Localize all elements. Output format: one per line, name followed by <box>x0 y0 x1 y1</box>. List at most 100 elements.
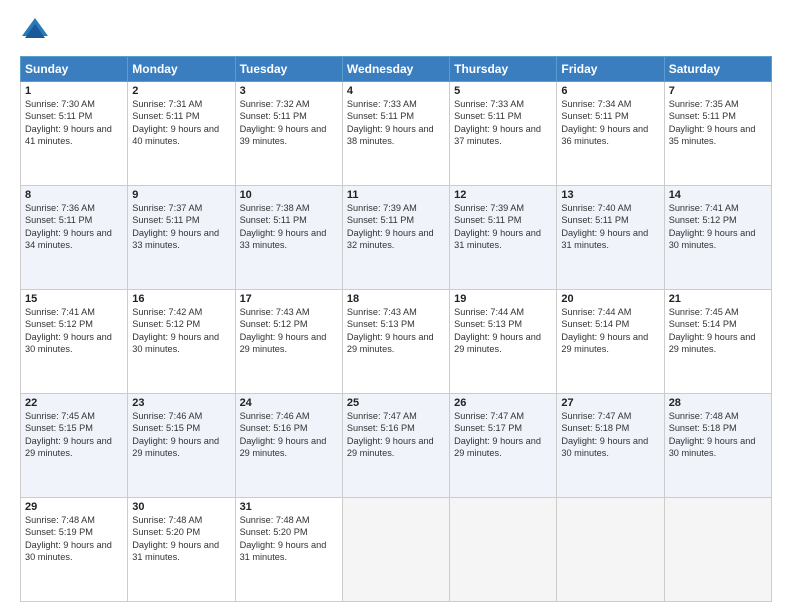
calendar-cell <box>450 498 557 602</box>
day-number: 8 <box>25 189 123 201</box>
calendar-cell: 5Sunrise: 7:33 AMSunset: 5:11 PMDaylight… <box>450 82 557 186</box>
calendar-cell: 20Sunrise: 7:44 AMSunset: 5:14 PMDayligh… <box>557 290 664 394</box>
cell-info: Sunrise: 7:48 AMSunset: 5:20 PMDaylight:… <box>132 514 230 564</box>
cell-info: Sunrise: 7:40 AMSunset: 5:11 PMDaylight:… <box>561 202 659 252</box>
day-number: 2 <box>132 85 230 97</box>
day-number: 29 <box>25 501 123 513</box>
cell-info: Sunrise: 7:48 AMSunset: 5:20 PMDaylight:… <box>240 514 338 564</box>
day-number: 18 <box>347 293 445 305</box>
day-number: 27 <box>561 397 659 409</box>
calendar-cell: 1Sunrise: 7:30 AMSunset: 5:11 PMDaylight… <box>21 82 128 186</box>
calendar-cell: 19Sunrise: 7:44 AMSunset: 5:13 PMDayligh… <box>450 290 557 394</box>
cell-info: Sunrise: 7:43 AMSunset: 5:12 PMDaylight:… <box>240 306 338 356</box>
day-number: 13 <box>561 189 659 201</box>
calendar-cell: 22Sunrise: 7:45 AMSunset: 5:15 PMDayligh… <box>21 394 128 498</box>
cell-info: Sunrise: 7:33 AMSunset: 5:11 PMDaylight:… <box>347 98 445 148</box>
day-number: 4 <box>347 85 445 97</box>
calendar-cell: 26Sunrise: 7:47 AMSunset: 5:17 PMDayligh… <box>450 394 557 498</box>
calendar-header-monday: Monday <box>128 57 235 82</box>
calendar-header-sunday: Sunday <box>21 57 128 82</box>
cell-info: Sunrise: 7:36 AMSunset: 5:11 PMDaylight:… <box>25 202 123 252</box>
cell-info: Sunrise: 7:48 AMSunset: 5:18 PMDaylight:… <box>669 410 767 460</box>
day-number: 16 <box>132 293 230 305</box>
cell-info: Sunrise: 7:46 AMSunset: 5:16 PMDaylight:… <box>240 410 338 460</box>
calendar-header-wednesday: Wednesday <box>342 57 449 82</box>
calendar-cell: 21Sunrise: 7:45 AMSunset: 5:14 PMDayligh… <box>664 290 771 394</box>
calendar-cell <box>557 498 664 602</box>
calendar-cell: 17Sunrise: 7:43 AMSunset: 5:12 PMDayligh… <box>235 290 342 394</box>
cell-info: Sunrise: 7:33 AMSunset: 5:11 PMDaylight:… <box>454 98 552 148</box>
day-number: 17 <box>240 293 338 305</box>
cell-info: Sunrise: 7:38 AMSunset: 5:11 PMDaylight:… <box>240 202 338 252</box>
calendar-header-saturday: Saturday <box>664 57 771 82</box>
calendar-cell: 13Sunrise: 7:40 AMSunset: 5:11 PMDayligh… <box>557 186 664 290</box>
calendar-week-row: 15Sunrise: 7:41 AMSunset: 5:12 PMDayligh… <box>21 290 772 394</box>
day-number: 3 <box>240 85 338 97</box>
calendar-cell: 11Sunrise: 7:39 AMSunset: 5:11 PMDayligh… <box>342 186 449 290</box>
cell-info: Sunrise: 7:47 AMSunset: 5:17 PMDaylight:… <box>454 410 552 460</box>
calendar-cell: 14Sunrise: 7:41 AMSunset: 5:12 PMDayligh… <box>664 186 771 290</box>
day-number: 7 <box>669 85 767 97</box>
day-number: 23 <box>132 397 230 409</box>
calendar-week-row: 22Sunrise: 7:45 AMSunset: 5:15 PMDayligh… <box>21 394 772 498</box>
calendar-header-friday: Friday <box>557 57 664 82</box>
cell-info: Sunrise: 7:48 AMSunset: 5:19 PMDaylight:… <box>25 514 123 564</box>
cell-info: Sunrise: 7:34 AMSunset: 5:11 PMDaylight:… <box>561 98 659 148</box>
calendar-cell: 10Sunrise: 7:38 AMSunset: 5:11 PMDayligh… <box>235 186 342 290</box>
calendar-cell: 28Sunrise: 7:48 AMSunset: 5:18 PMDayligh… <box>664 394 771 498</box>
cell-info: Sunrise: 7:46 AMSunset: 5:15 PMDaylight:… <box>132 410 230 460</box>
calendar-cell: 12Sunrise: 7:39 AMSunset: 5:11 PMDayligh… <box>450 186 557 290</box>
calendar-week-row: 29Sunrise: 7:48 AMSunset: 5:19 PMDayligh… <box>21 498 772 602</box>
cell-info: Sunrise: 7:44 AMSunset: 5:13 PMDaylight:… <box>454 306 552 356</box>
day-number: 25 <box>347 397 445 409</box>
calendar-cell <box>342 498 449 602</box>
cell-info: Sunrise: 7:31 AMSunset: 5:11 PMDaylight:… <box>132 98 230 148</box>
calendar-header-row: SundayMondayTuesdayWednesdayThursdayFrid… <box>21 57 772 82</box>
day-number: 21 <box>669 293 767 305</box>
day-number: 24 <box>240 397 338 409</box>
cell-info: Sunrise: 7:39 AMSunset: 5:11 PMDaylight:… <box>347 202 445 252</box>
calendar-cell: 3Sunrise: 7:32 AMSunset: 5:11 PMDaylight… <box>235 82 342 186</box>
calendar-cell: 27Sunrise: 7:47 AMSunset: 5:18 PMDayligh… <box>557 394 664 498</box>
cell-info: Sunrise: 7:45 AMSunset: 5:14 PMDaylight:… <box>669 306 767 356</box>
cell-info: Sunrise: 7:30 AMSunset: 5:11 PMDaylight:… <box>25 98 123 148</box>
day-number: 26 <box>454 397 552 409</box>
calendar-cell: 7Sunrise: 7:35 AMSunset: 5:11 PMDaylight… <box>664 82 771 186</box>
logo <box>20 16 54 46</box>
calendar-cell: 2Sunrise: 7:31 AMSunset: 5:11 PMDaylight… <box>128 82 235 186</box>
calendar-cell: 23Sunrise: 7:46 AMSunset: 5:15 PMDayligh… <box>128 394 235 498</box>
calendar-cell: 24Sunrise: 7:46 AMSunset: 5:16 PMDayligh… <box>235 394 342 498</box>
day-number: 22 <box>25 397 123 409</box>
day-number: 6 <box>561 85 659 97</box>
day-number: 15 <box>25 293 123 305</box>
cell-info: Sunrise: 7:41 AMSunset: 5:12 PMDaylight:… <box>25 306 123 356</box>
day-number: 10 <box>240 189 338 201</box>
calendar-cell: 8Sunrise: 7:36 AMSunset: 5:11 PMDaylight… <box>21 186 128 290</box>
cell-info: Sunrise: 7:47 AMSunset: 5:16 PMDaylight:… <box>347 410 445 460</box>
cell-info: Sunrise: 7:32 AMSunset: 5:11 PMDaylight:… <box>240 98 338 148</box>
day-number: 30 <box>132 501 230 513</box>
header <box>20 16 772 46</box>
calendar-header-tuesday: Tuesday <box>235 57 342 82</box>
calendar-cell <box>664 498 771 602</box>
day-number: 9 <box>132 189 230 201</box>
calendar-cell: 16Sunrise: 7:42 AMSunset: 5:12 PMDayligh… <box>128 290 235 394</box>
cell-info: Sunrise: 7:47 AMSunset: 5:18 PMDaylight:… <box>561 410 659 460</box>
cell-info: Sunrise: 7:39 AMSunset: 5:11 PMDaylight:… <box>454 202 552 252</box>
day-number: 12 <box>454 189 552 201</box>
calendar-cell: 18Sunrise: 7:43 AMSunset: 5:13 PMDayligh… <box>342 290 449 394</box>
calendar-cell: 29Sunrise: 7:48 AMSunset: 5:19 PMDayligh… <box>21 498 128 602</box>
day-number: 28 <box>669 397 767 409</box>
cell-info: Sunrise: 7:44 AMSunset: 5:14 PMDaylight:… <box>561 306 659 356</box>
calendar-table: SundayMondayTuesdayWednesdayThursdayFrid… <box>20 56 772 602</box>
calendar-cell: 15Sunrise: 7:41 AMSunset: 5:12 PMDayligh… <box>21 290 128 394</box>
cell-info: Sunrise: 7:45 AMSunset: 5:15 PMDaylight:… <box>25 410 123 460</box>
calendar-week-row: 1Sunrise: 7:30 AMSunset: 5:11 PMDaylight… <box>21 82 772 186</box>
calendar-week-row: 8Sunrise: 7:36 AMSunset: 5:11 PMDaylight… <box>21 186 772 290</box>
page: SundayMondayTuesdayWednesdayThursdayFrid… <box>0 0 792 612</box>
calendar-cell: 30Sunrise: 7:48 AMSunset: 5:20 PMDayligh… <box>128 498 235 602</box>
calendar-cell: 9Sunrise: 7:37 AMSunset: 5:11 PMDaylight… <box>128 186 235 290</box>
calendar-cell: 25Sunrise: 7:47 AMSunset: 5:16 PMDayligh… <box>342 394 449 498</box>
cell-info: Sunrise: 7:41 AMSunset: 5:12 PMDaylight:… <box>669 202 767 252</box>
cell-info: Sunrise: 7:42 AMSunset: 5:12 PMDaylight:… <box>132 306 230 356</box>
